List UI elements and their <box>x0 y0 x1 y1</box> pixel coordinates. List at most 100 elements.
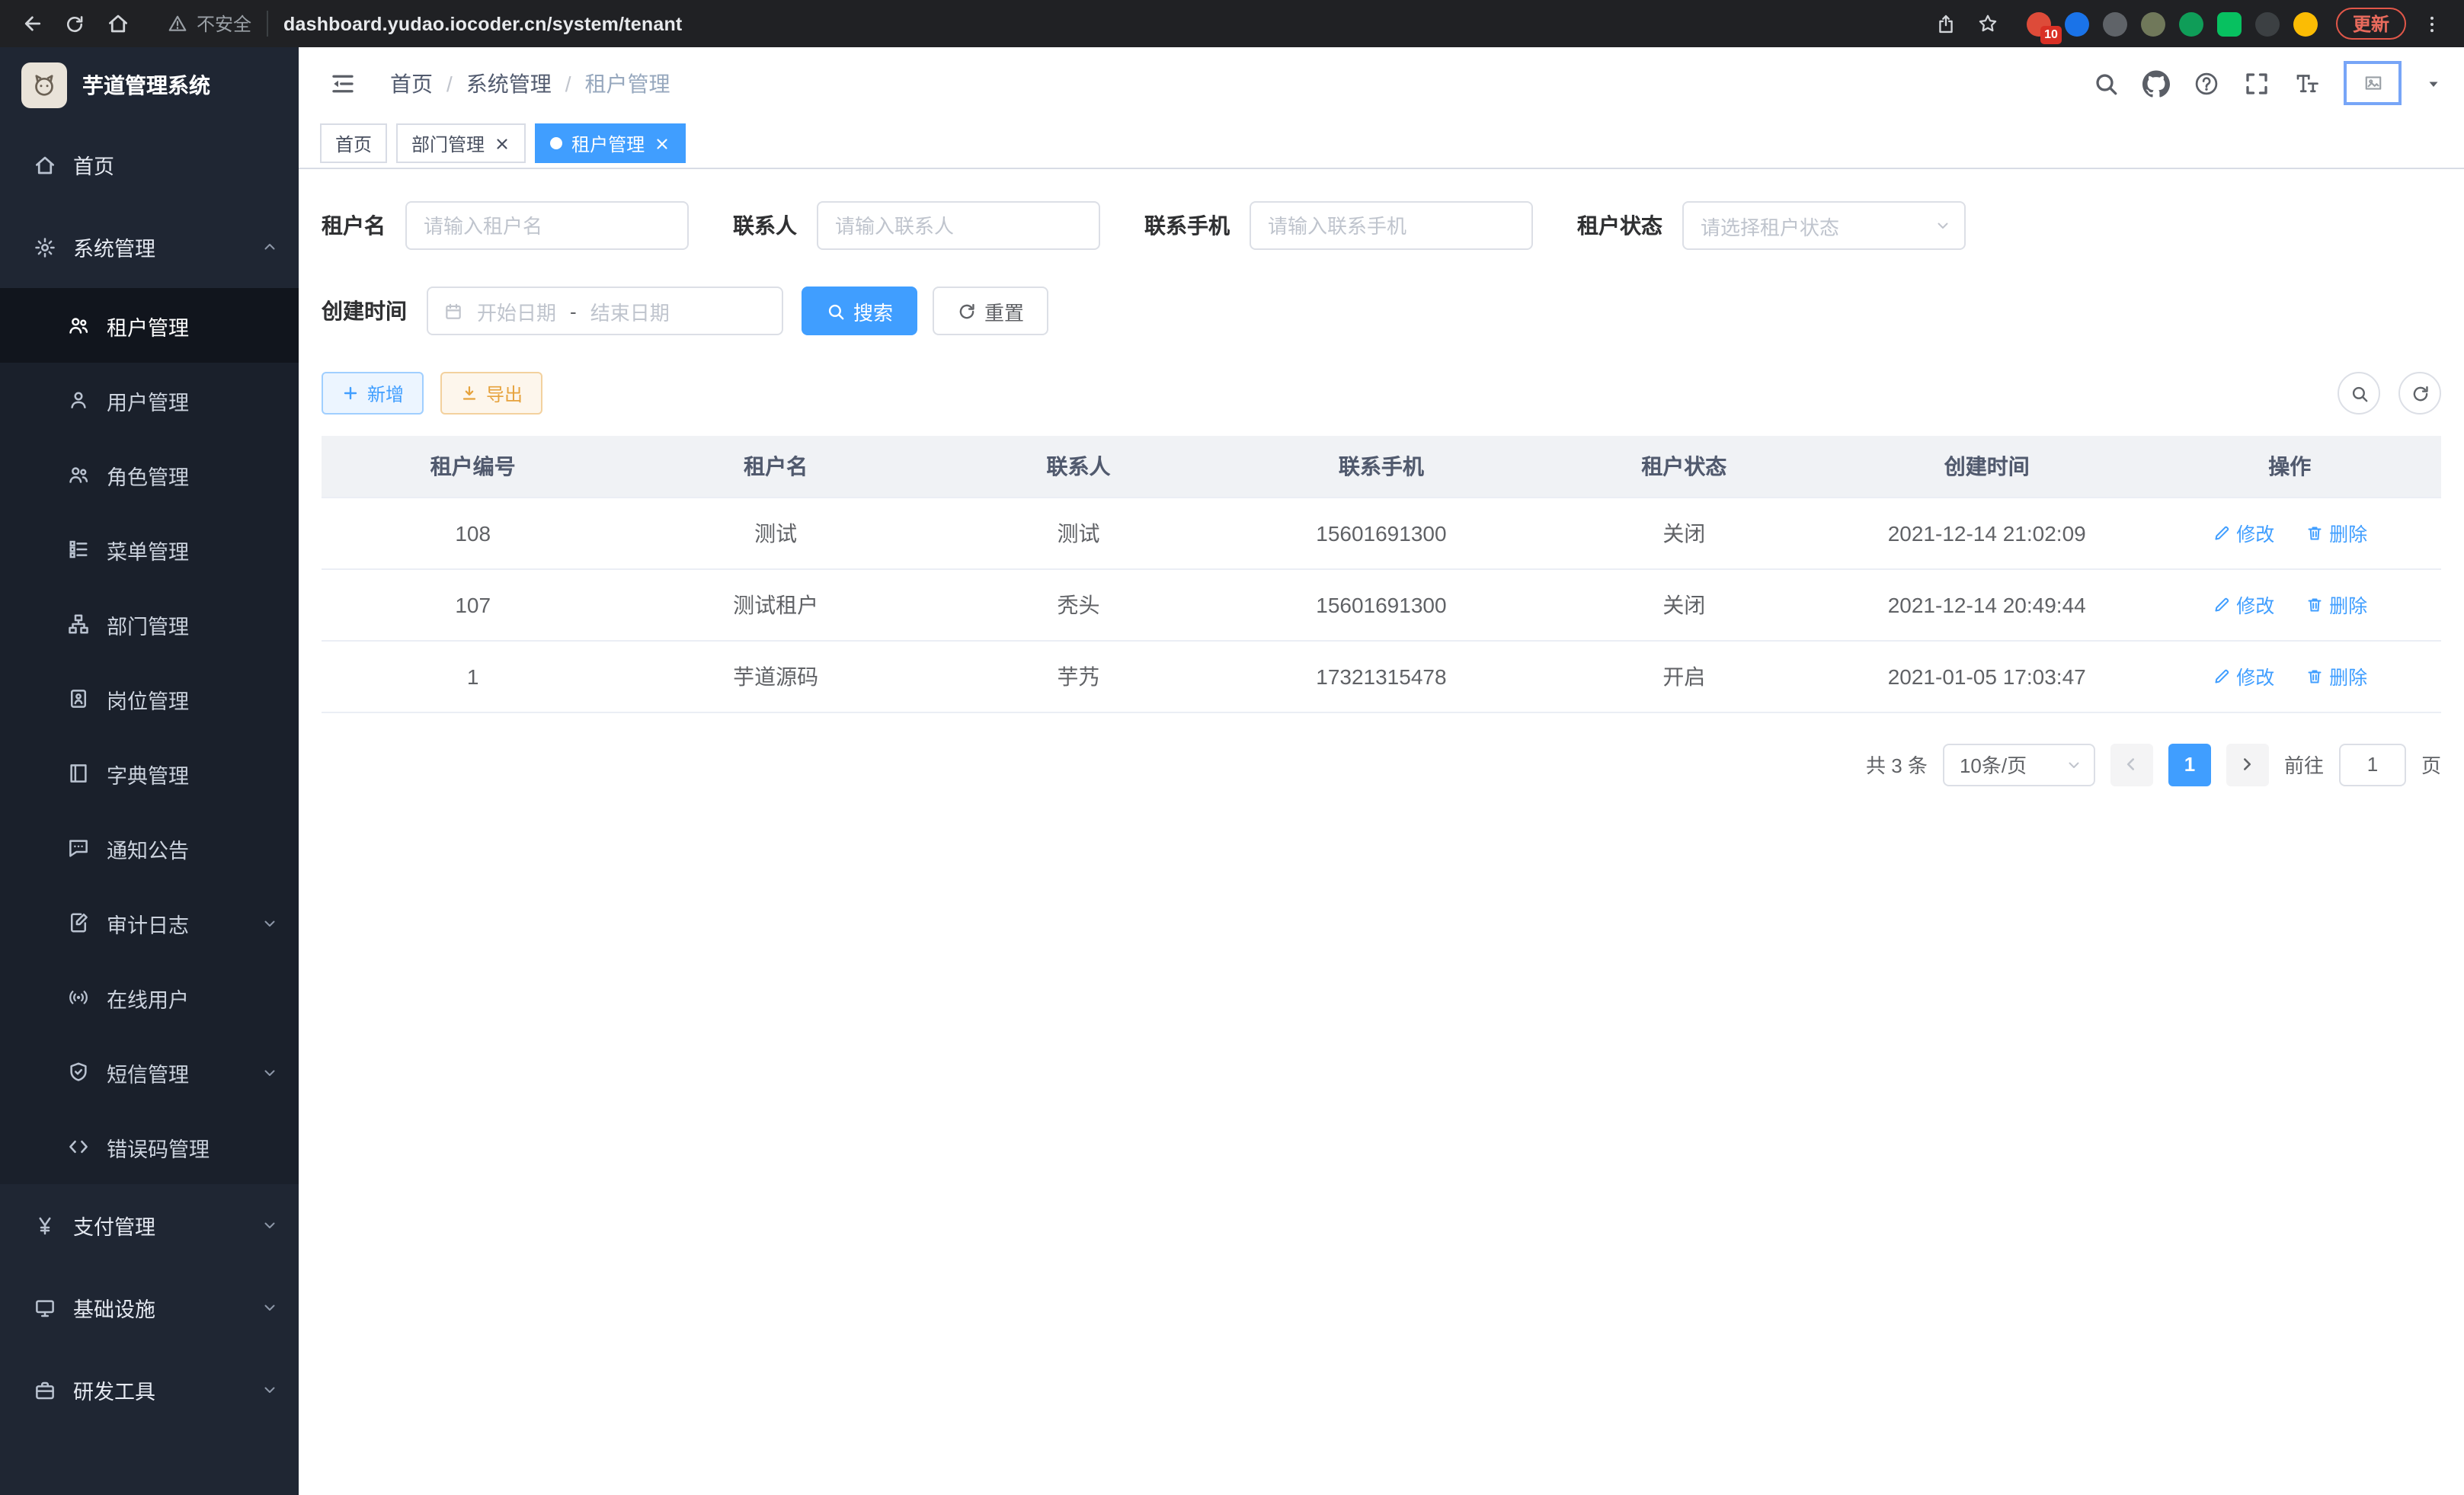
breadcrumb-item[interactable]: 首页 <box>390 68 433 98</box>
status-select[interactable]: 请选择租户状态 <box>1682 201 1966 250</box>
address-bar[interactable]: 不安全 dashboard.yudao.iocoder.cn/system/te… <box>149 4 1914 43</box>
delete-link[interactable]: 删除 <box>2305 661 2367 690</box>
chrome-update-button[interactable]: 更新 <box>2336 8 2406 40</box>
sidebar-item-system[interactable]: 系统管理 <box>0 206 299 288</box>
reset-button[interactable]: 重置 <box>933 287 1048 335</box>
font-size-icon[interactable] <box>2293 69 2321 97</box>
table-row[interactable]: 107 测试租户 秃头 15601691300 关闭 2021-12-14 20… <box>322 568 2441 640</box>
date-range-picker[interactable]: 开始日期 - 结束日期 <box>427 287 783 335</box>
column-header-contact: 联系人 <box>927 436 1230 497</box>
close-icon[interactable] <box>494 135 510 152</box>
reload-icon <box>64 13 85 34</box>
toggle-search-button[interactable] <box>2338 372 2380 415</box>
refresh-table-button[interactable] <box>2398 372 2441 415</box>
browser-back-button[interactable] <box>12 4 52 43</box>
close-icon[interactable] <box>654 135 670 152</box>
extension-icon[interactable] <box>2217 11 2242 36</box>
date-end-placeholder: 结束日期 <box>590 296 670 325</box>
breadcrumb-item[interactable]: 系统管理 <box>466 68 552 98</box>
column-header-phone: 联系手机 <box>1230 436 1532 497</box>
sidebar-item-error-code[interactable]: 错误码管理 <box>0 1109 299 1184</box>
table-row[interactable]: 108 测试 测试 15601691300 关闭 2021-12-14 21:0… <box>322 497 2441 568</box>
sidebar-item-user[interactable]: 用户管理 <box>0 363 299 437</box>
fullscreen-icon[interactable] <box>2243 69 2270 97</box>
sidebar-item-tenant[interactable]: 租户管理 <box>0 288 299 363</box>
user-avatar[interactable] <box>2344 61 2402 105</box>
github-icon[interactable] <box>2142 69 2170 97</box>
sidebar-item-post[interactable]: 岗位管理 <box>0 661 299 736</box>
cell-tenant-id: 108 <box>322 497 624 568</box>
sidebar-item-sms[interactable]: 短信管理 <box>0 1035 299 1109</box>
tenant-name-input[interactable] <box>405 201 689 250</box>
extension-icon[interactable] <box>2103 11 2127 36</box>
sidebar-item-home[interactable]: 首页 <box>0 123 299 206</box>
page-size-select[interactable]: 10条/页 <box>1943 743 2095 786</box>
browser-menu-button[interactable] <box>2412 4 2452 43</box>
delete-link[interactable]: 删除 <box>2305 518 2367 547</box>
cat-logo-icon <box>30 72 58 99</box>
tab-tenant-active[interactable]: 租户管理 <box>535 123 686 163</box>
sidebar-item-audit-log[interactable]: 审计日志 <box>0 885 299 960</box>
edit-link[interactable]: 修改 <box>2212 518 2274 547</box>
edit-link[interactable]: 修改 <box>2212 590 2274 619</box>
share-button[interactable] <box>1926 4 1966 43</box>
cell-tenant-id: 1 <box>322 640 624 712</box>
sidebar-item-infra[interactable]: 基础设施 <box>0 1266 299 1349</box>
add-button[interactable]: 新增 <box>322 372 424 415</box>
contact-input[interactable] <box>817 201 1100 250</box>
update-label: 更新 <box>2353 11 2389 37</box>
browser-home-button[interactable] <box>98 4 137 43</box>
page-number-current[interactable]: 1 <box>2168 743 2211 786</box>
sidebar: 芋道管理系统 首页 系统管理 租户管理 用户管理 角色管理 <box>0 47 299 1495</box>
extension-icon[interactable] <box>2179 11 2203 36</box>
table-row[interactable]: 1 芋道源码 芋艿 17321315478 开启 2021-01-05 17:0… <box>322 640 2441 712</box>
phone-input[interactable] <box>1250 201 1533 250</box>
book-icon <box>67 762 90 785</box>
sidebar-item-dept[interactable]: 部门管理 <box>0 587 299 661</box>
cell-status: 关闭 <box>1533 497 1835 568</box>
image-placeholder-icon <box>2363 73 2382 93</box>
sidebar-item-pay[interactable]: 支付管理 <box>0 1184 299 1266</box>
app-logo[interactable]: 芋道管理系统 <box>0 47 299 123</box>
next-page-button[interactable] <box>2226 743 2269 786</box>
extension-icon[interactable] <box>2141 11 2165 36</box>
extension-icon[interactable] <box>2065 11 2089 36</box>
browser-chrome: 不安全 dashboard.yudao.iocoder.cn/system/te… <box>0 0 2464 47</box>
tab-home[interactable]: 首页 <box>320 123 387 163</box>
goto-page-input[interactable] <box>2339 743 2406 786</box>
sidebar-item-label: 支付管理 <box>73 1210 155 1240</box>
browser-reload-button[interactable] <box>55 4 94 43</box>
sidebar-item-online-user[interactable]: 在线用户 <box>0 960 299 1035</box>
tab-dept[interactable]: 部门管理 <box>396 123 526 163</box>
sidebar-item-role[interactable]: 角色管理 <box>0 437 299 512</box>
prev-page-button[interactable] <box>2110 743 2153 786</box>
avatar-dropdown-caret-icon[interactable] <box>2424 74 2443 92</box>
search-button[interactable]: 搜索 <box>802 287 917 335</box>
sidebar-item-label: 通知公告 <box>107 833 189 863</box>
security-chip[interactable]: 不安全 <box>168 11 268 37</box>
chevron-down-icon <box>261 914 279 932</box>
sidebar-item-notice[interactable]: 通知公告 <box>0 811 299 885</box>
edit-link[interactable]: 修改 <box>2212 661 2274 690</box>
sidebar-collapse-button[interactable] <box>320 60 366 106</box>
export-button[interactable]: 导出 <box>440 372 542 415</box>
bookmark-button[interactable] <box>1969 4 2008 43</box>
date-separator: - <box>570 299 577 322</box>
extension-icon[interactable] <box>2255 11 2280 36</box>
url-text[interactable]: dashboard.yudao.iocoder.cn/system/tenant <box>283 13 682 34</box>
broadcast-icon <box>67 986 90 1009</box>
delete-link[interactable]: 删除 <box>2305 590 2367 619</box>
sidebar-item-menu[interactable]: 菜单管理 <box>0 512 299 587</box>
button-label: 导出 <box>486 380 523 406</box>
extension-icon[interactable] <box>2293 11 2318 36</box>
tab-label: 首页 <box>335 130 372 156</box>
extension-icon[interactable]: 10 <box>2027 11 2051 36</box>
shield-icon <box>67 1061 90 1084</box>
sidebar-item-dict[interactable]: 字典管理 <box>0 736 299 811</box>
search-icon[interactable] <box>2092 69 2120 97</box>
extension-badge: 10 <box>2040 25 2062 43</box>
table-header: 租户编号 租户名 联系人 联系手机 租户状态 创建时间 操作 <box>322 436 2441 497</box>
sidebar-item-dev-tools[interactable]: 研发工具 <box>0 1349 299 1431</box>
kebab-menu-icon <box>2421 13 2443 34</box>
help-icon[interactable] <box>2193 69 2220 97</box>
